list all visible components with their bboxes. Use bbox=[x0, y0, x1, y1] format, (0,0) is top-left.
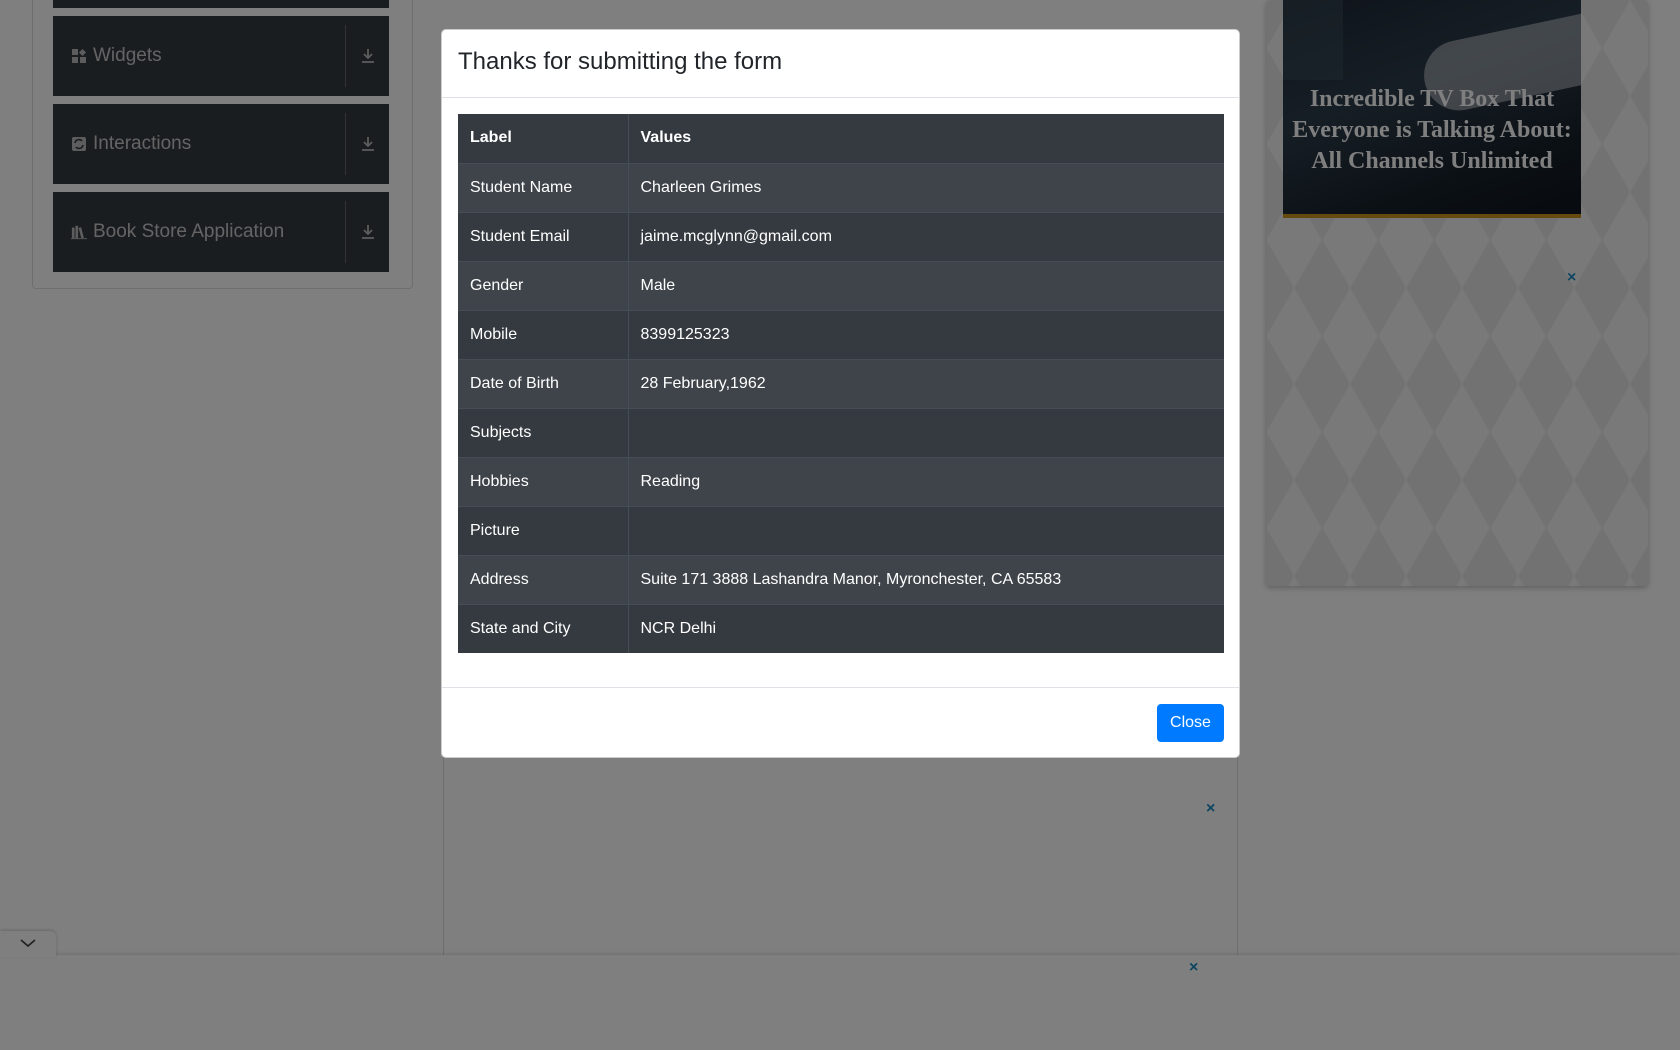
row-label: Gender bbox=[458, 260, 629, 310]
row-value: 8399125323 bbox=[628, 309, 1224, 359]
row-value: jaime.mcglynn@gmail.com bbox=[628, 211, 1224, 261]
column-header-values: Values bbox=[628, 114, 1224, 163]
row-value: 28 February,1962 bbox=[628, 358, 1224, 408]
row-label: Address bbox=[458, 554, 629, 604]
row-label: Mobile bbox=[458, 309, 629, 359]
row-value bbox=[628, 407, 1224, 457]
table-row: Gender Male bbox=[458, 260, 1224, 310]
table-row: Mobile 8399125323 bbox=[458, 309, 1224, 359]
modal-body: Label Values Student Name Charleen Grime… bbox=[442, 98, 1239, 687]
row-value: NCR Delhi bbox=[628, 603, 1224, 653]
row-label: Student Email bbox=[458, 211, 629, 261]
row-value bbox=[628, 505, 1224, 555]
row-label: State and City bbox=[458, 603, 629, 653]
row-value: Reading bbox=[628, 456, 1224, 506]
row-label: Date of Birth bbox=[458, 358, 629, 408]
row-value: Charleen Grimes bbox=[628, 162, 1224, 212]
table-row: State and City NCR Delhi bbox=[458, 603, 1224, 653]
modal-footer: Close bbox=[442, 687, 1239, 757]
close-button[interactable]: Close bbox=[1157, 704, 1224, 742]
row-label: Subjects bbox=[458, 407, 629, 457]
modal-header: Thanks for submitting the form bbox=[442, 30, 1239, 98]
table-row: Student Email jaime.mcglynn@gmail.com bbox=[458, 211, 1224, 261]
row-label: Hobbies bbox=[458, 456, 629, 506]
row-label: Student Name bbox=[458, 162, 629, 212]
table-row: Subjects bbox=[458, 407, 1224, 457]
row-value: Male bbox=[628, 260, 1224, 310]
row-value: Suite 171 3888 Lashandra Manor, Myronche… bbox=[628, 554, 1224, 604]
table-row: Picture bbox=[458, 505, 1224, 555]
results-table: Label Values Student Name Charleen Grime… bbox=[458, 114, 1224, 653]
table-row: Student Name Charleen Grimes bbox=[458, 162, 1224, 212]
row-label: Picture bbox=[458, 505, 629, 555]
column-header-label: Label bbox=[458, 114, 629, 163]
table-row: Address Suite 171 3888 Lashandra Manor, … bbox=[458, 554, 1224, 604]
table-row: Hobbies Reading bbox=[458, 456, 1224, 506]
submission-modal: Thanks for submitting the form Label Val… bbox=[441, 29, 1240, 758]
modal-title: Thanks for submitting the form bbox=[458, 48, 783, 75]
table-row: Date of Birth 28 February,1962 bbox=[458, 358, 1224, 408]
